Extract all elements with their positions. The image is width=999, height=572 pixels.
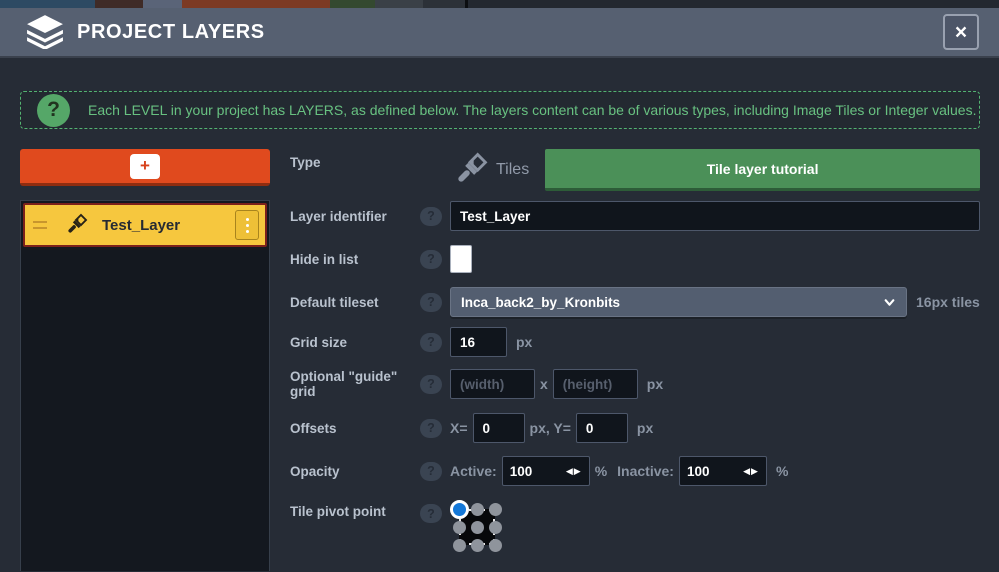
tile-pivot-label: Tile pivot point [290,504,420,519]
tile-pivot-widget [450,500,506,556]
pivot-dot[interactable] [471,503,484,516]
guide-grid-unit: px [647,376,663,392]
dialog-title: PROJECT LAYERS [77,21,265,44]
app-strip-segment [182,0,330,8]
offsets-unit: px [637,420,653,436]
notice-text: Each LEVEL in your project has LAYERS, a… [88,102,976,118]
app-strip-segment [330,0,375,8]
opacity-label: Opacity [290,464,420,479]
dialog-main: + Test_Layer [20,149,980,571]
opacity-inactive-label: Inactive: [617,463,674,479]
offsets-label: Offsets [290,421,420,436]
help-icon[interactable]: ? [420,207,442,226]
guide-height-input[interactable] [553,369,638,399]
help-icon[interactable]: ? [420,333,442,352]
close-button[interactable]: × [943,14,979,50]
guide-grid-label: Optional "guide" grid [290,369,420,399]
row-grid-size: Grid size ? px [290,326,980,358]
app-strip-segment [423,0,465,8]
help-icon[interactable]: ? [420,293,442,312]
pivot-dot[interactable] [453,521,466,534]
stepper-arrows-icon[interactable]: ◀▶ [743,466,759,477]
layer-list-item[interactable]: Test_Layer [23,203,267,247]
question-icon: ? [37,94,70,127]
type-value: Tiles [496,161,529,179]
app-strip-segment [143,0,182,8]
app-strip-segment [95,0,143,8]
offset-y-label: px, Y= [530,420,571,436]
layer-identifier-input[interactable] [450,201,980,231]
stepper-arrows-icon[interactable]: ◀▶ [566,466,582,477]
offset-x-label: X= [450,420,468,436]
grid-size-label: Grid size [290,335,420,350]
row-hide-in-list: Hide in list ? [290,243,980,275]
opacity-inactive-value: 100 [687,464,743,479]
pivot-dot-selected[interactable] [450,500,469,519]
app-strip-segment [468,0,999,8]
app-strip-segment [0,0,95,8]
layer-menu-button[interactable] [235,210,259,240]
row-offsets: Offsets ? X= px, Y= px [290,412,980,444]
add-layer-button[interactable]: + [20,149,270,186]
pivot-dot[interactable] [489,503,502,516]
pivot-dot[interactable] [453,539,466,552]
chevron-down-icon [883,296,896,309]
guide-width-input[interactable] [450,369,535,399]
dialog-header: PROJECT LAYERS × [0,8,999,58]
dialog-body: ? Each LEVEL in your project has LAYERS,… [0,91,999,571]
layers-sidebar: + Test_Layer [20,149,270,571]
pivot-dot[interactable] [471,539,484,552]
row-type: Type Tiles Tile layer tutorial [290,149,980,191]
type-label: Type [290,149,420,170]
tileset-size-text: 16px tiles [916,294,980,310]
help-icon[interactable]: ? [420,462,442,481]
layer-name: Test_Layer [102,217,235,234]
app-strip-segment [375,0,423,8]
row-opacity: Opacity ? Active: 100 ◀▶ % Inactive: 100… [290,455,980,487]
project-layers-dialog: PROJECT LAYERS × ? Each LEVEL in your pr… [0,0,999,572]
opacity-active-label: Active: [450,463,497,479]
pivot-dot[interactable] [489,539,502,552]
opacity-inactive-stepper[interactable]: 100 ◀▶ [679,456,767,486]
opacity-inactive-unit: % [776,463,788,479]
offset-y-input[interactable] [576,413,628,443]
offset-x-input[interactable] [473,413,525,443]
layer-settings-form: Type Tiles Tile layer tutorial [270,149,980,552]
hide-in-list-checkbox[interactable] [450,245,472,273]
help-icon[interactable]: ? [420,250,442,269]
layer-list: Test_Layer [20,200,270,571]
tile-layer-tutorial-button[interactable]: Tile layer tutorial [545,149,980,191]
grid-size-input[interactable] [450,327,507,357]
plus-icon: + [130,154,160,179]
drag-handle-icon[interactable] [33,221,47,229]
opacity-active-unit: % [595,463,607,479]
help-icon[interactable]: ? [420,419,442,438]
help-icon[interactable]: ? [420,504,442,523]
guide-separator: x [540,376,548,392]
opacity-active-stepper[interactable]: 100 ◀▶ [502,456,590,486]
row-tile-pivot: Tile pivot point ? [290,498,980,552]
grid-size-unit: px [516,334,532,350]
help-icon[interactable]: ? [420,375,442,394]
tiles-brush-icon [450,150,490,190]
default-tileset-label: Default tileset [290,295,420,310]
pivot-dot[interactable] [471,521,484,534]
row-default-tileset: Default tileset ? Inca_back2_by_Kronbits… [290,286,980,318]
opacity-active-value: 100 [510,464,566,479]
identifier-label: Layer identifier [290,209,420,224]
background-app-strip [0,0,999,8]
hide-in-list-label: Hide in list [290,252,420,267]
brush-icon [63,212,89,238]
help-notice: ? Each LEVEL in your project has LAYERS,… [20,91,980,129]
row-guide-grid: Optional "guide" grid ? x px [290,368,980,400]
default-tileset-select[interactable]: Inca_back2_by_Kronbits [450,287,907,317]
layers-icon [26,15,64,49]
selected-tileset: Inca_back2_by_Kronbits [461,295,883,310]
row-layer-identifier: Layer identifier ? [290,200,980,232]
pivot-dot[interactable] [489,521,502,534]
